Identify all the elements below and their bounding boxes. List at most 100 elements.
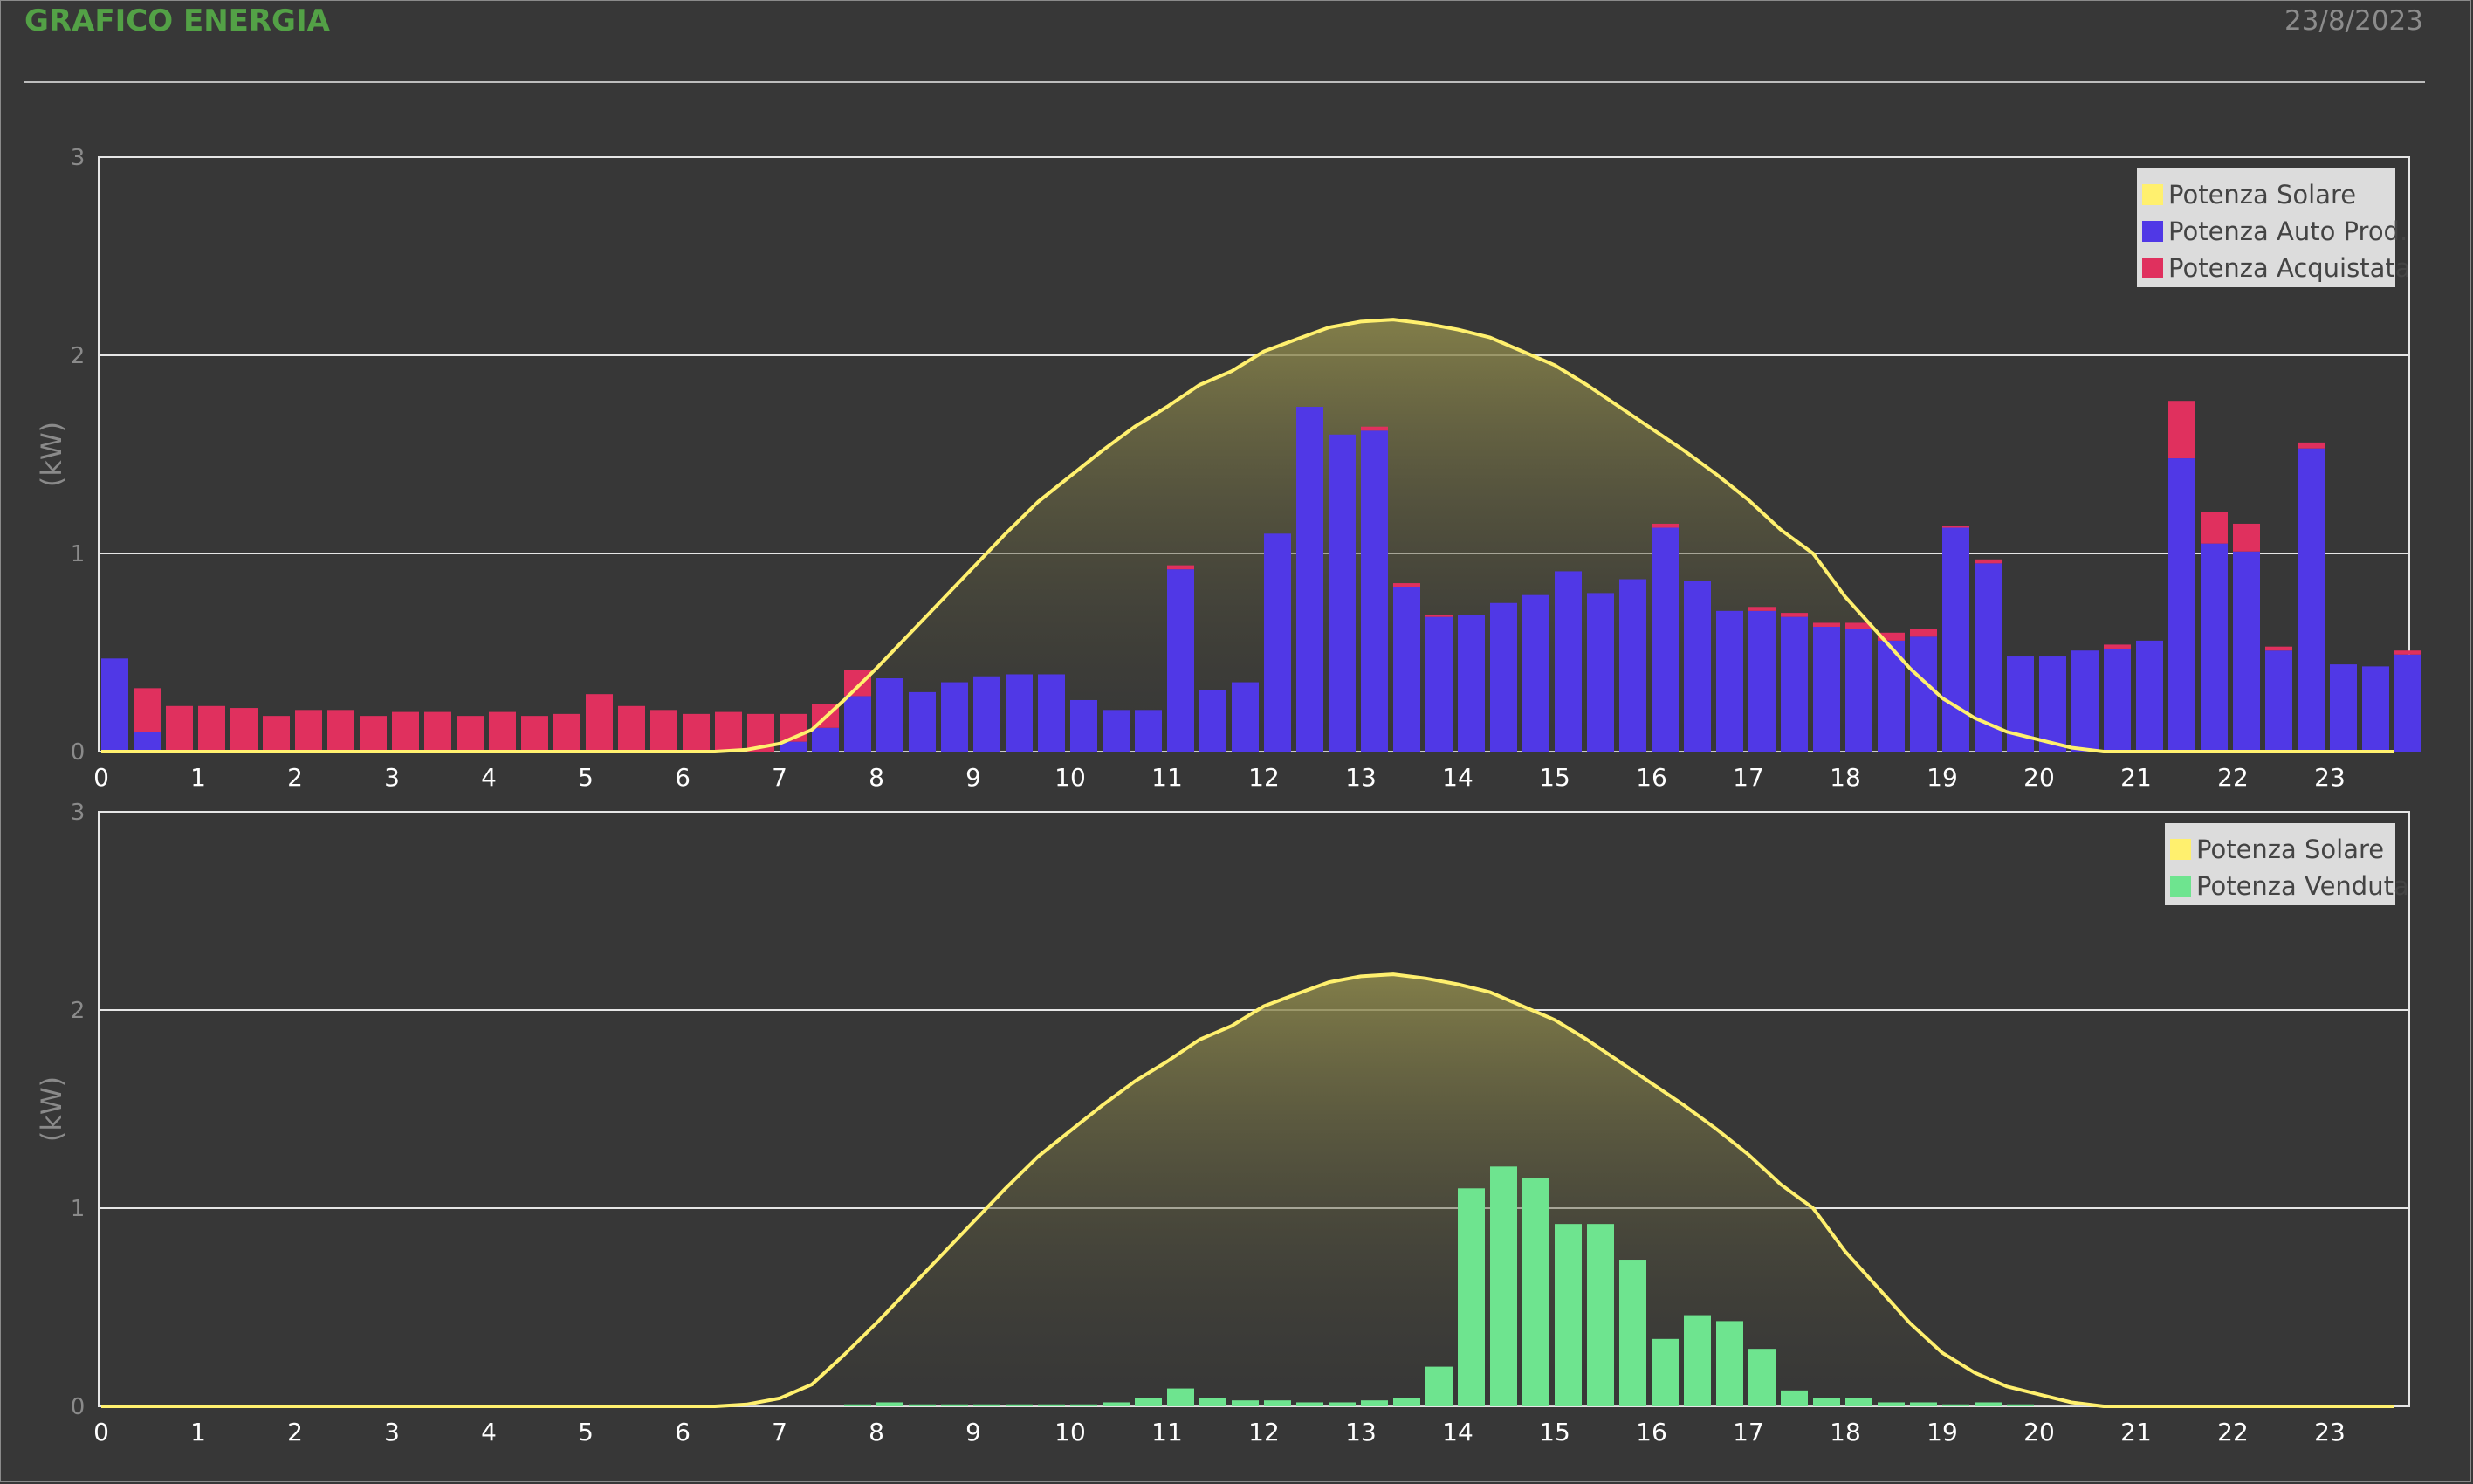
- y-axis-label: (kW): [35, 422, 68, 487]
- bar-potenza-venduta: [973, 1404, 1000, 1406]
- x-tick-label: 20: [2023, 1418, 2055, 1446]
- x-tick-label: 13: [1345, 1418, 1377, 1446]
- bar-potenza-venduta: [941, 1404, 968, 1406]
- x-tick-label: 5: [578, 1418, 594, 1446]
- x-tick-label: 16: [1636, 763, 1667, 792]
- bar-potenza-auto-prod: [1619, 579, 1646, 752]
- bar-potenza-venduta: [1167, 1388, 1194, 1406]
- legend-swatch: [2142, 184, 2163, 205]
- x-tick-label: 17: [1733, 763, 1764, 792]
- y-axis-label: (kW): [35, 1076, 68, 1142]
- bar-potenza-venduta: [1103, 1402, 1130, 1406]
- x-tick-label: 23: [2314, 1418, 2346, 1446]
- bar-potenza-acquistata: [2104, 644, 2131, 649]
- bar-potenza-venduta: [1748, 1349, 1776, 1406]
- bar-potenza-venduta: [1878, 1402, 1905, 1406]
- x-tick-label: 11: [1151, 763, 1183, 792]
- bar-potenza-auto-prod: [2233, 551, 2260, 752]
- bar-potenza-auto-prod: [2168, 458, 2195, 752]
- bar-potenza-auto-prod: [1652, 527, 1679, 752]
- bar-potenza-acquistata: [198, 705, 225, 752]
- bar-potenza-auto-prod: [876, 678, 903, 752]
- y-tick-label: 3: [71, 145, 86, 171]
- energy-charts: 0123(kW)0 1 2 3 4 5 6 7 8 9 10 11 12 13 14 15 16 17 18 19 20…: [35, 145, 2421, 1446]
- bar-potenza-auto-prod: [1361, 430, 1388, 752]
- bar-potenza-auto-prod: [909, 691, 936, 752]
- bar-potenza-acquistata: [1975, 559, 2002, 564]
- y-tick-label: 1: [71, 541, 86, 567]
- x-tick-label: 21: [2120, 763, 2152, 792]
- bar-potenza-venduta: [1232, 1400, 1259, 1406]
- bar-potenza-auto-prod: [2039, 656, 2066, 752]
- bar-potenza-acquistata: [1748, 607, 1776, 611]
- y-tick-label: 2: [71, 343, 86, 369]
- x-tick-label: 5: [578, 763, 594, 792]
- x-tick-label: 21: [2120, 1418, 2152, 1446]
- bar-potenza-auto-prod: [2394, 654, 2421, 752]
- y-tick-label: 1: [71, 1196, 86, 1222]
- bar-potenza-venduta: [876, 1402, 903, 1406]
- bar-potenza-venduta: [909, 1404, 936, 1406]
- x-tick-label: 18: [1830, 1418, 1861, 1446]
- x-tick-label: 1: [190, 763, 206, 792]
- legend-swatch: [2142, 258, 2163, 278]
- bar-potenza-auto-prod: [1555, 571, 1582, 752]
- legend-label: Potenza Solare: [2196, 835, 2384, 864]
- bar-potenza-acquistata: [2298, 442, 2325, 449]
- bar-potenza-auto-prod: [134, 732, 161, 752]
- bar-potenza-venduta: [1135, 1398, 1162, 1406]
- bar-potenza-venduta: [1329, 1402, 1356, 1406]
- bar-potenza-acquistata: [715, 711, 742, 752]
- bar-potenza-venduta: [1716, 1321, 1743, 1406]
- x-tick-label: 3: [384, 1418, 400, 1446]
- bar-potenza-auto-prod: [1103, 710, 1130, 752]
- bar-potenza-venduta: [844, 1404, 871, 1406]
- legend-swatch: [2170, 839, 2191, 860]
- x-tick-label: 6: [675, 1418, 690, 1446]
- x-tick-label: 3: [384, 763, 400, 792]
- bar-potenza-acquistata: [1781, 613, 1808, 617]
- bar-potenza-auto-prod: [1393, 587, 1420, 752]
- bar-potenza-acquistata: [327, 710, 354, 752]
- legend-label: Potenza Solare: [2168, 180, 2356, 210]
- bar-potenza-venduta: [1264, 1400, 1291, 1406]
- bar-potenza-acquistata: [1652, 523, 1679, 528]
- bar-potenza-auto-prod: [2362, 666, 2389, 752]
- legend-label: Potenza Venduta: [2196, 871, 2409, 901]
- chart-panel-1: 0123(kW)0 1 2 3 4 5 6 7 8 9 10 11 12 13 14 15 16 17 18 19 20…: [35, 145, 2421, 792]
- x-tick-label: 9: [965, 1418, 981, 1446]
- bar-potenza-auto-prod: [1006, 674, 1033, 752]
- bar-potenza-auto-prod: [1910, 636, 1937, 752]
- x-tick-label: 7: [772, 1418, 787, 1446]
- bar-potenza-auto-prod: [1781, 616, 1808, 752]
- bar-potenza-auto-prod: [1684, 581, 1711, 752]
- bar-potenza-acquistata: [489, 711, 516, 752]
- bar-potenza-venduta: [1425, 1366, 1453, 1406]
- bar-potenza-auto-prod: [1942, 527, 1969, 752]
- y-tick-label: 0: [71, 1394, 86, 1420]
- bar-potenza-venduta: [1813, 1398, 1840, 1406]
- x-tick-label: 10: [1054, 763, 1086, 792]
- bar-potenza-acquistata: [424, 711, 451, 752]
- bar-potenza-auto-prod: [1038, 674, 1065, 752]
- bar-potenza-acquistata: [2201, 512, 2228, 544]
- bar-potenza-venduta: [1490, 1166, 1517, 1406]
- bar-potenza-auto-prod: [2071, 650, 2099, 752]
- x-tick-label: 14: [1442, 763, 1473, 792]
- bar-potenza-venduta: [1942, 1404, 1969, 1406]
- x-tick-label: 9: [965, 763, 981, 792]
- bar-potenza-venduta: [1975, 1402, 2002, 1406]
- x-tick-label: 6: [675, 763, 690, 792]
- chart-panel-2: 0123(kW)0 1 2 3 4 5 6 7 8 9 10 11 12 13 14 15 16 17 18 19 20…: [35, 800, 2410, 1446]
- bar-potenza-auto-prod: [2265, 650, 2292, 752]
- bar-potenza-acquistata: [2265, 646, 2292, 651]
- bar-potenza-auto-prod: [812, 727, 839, 752]
- x-tick-label: 16: [1636, 1418, 1667, 1446]
- x-tick-label: 13: [1345, 763, 1377, 792]
- bar-potenza-venduta: [1522, 1178, 1549, 1406]
- bar-potenza-auto-prod: [2104, 648, 2131, 752]
- bar-potenza-auto-prod: [2330, 664, 2357, 752]
- bar-potenza-auto-prod: [1813, 626, 1840, 752]
- bar-potenza-auto-prod: [1490, 602, 1517, 752]
- x-tick-label: 7: [772, 763, 787, 792]
